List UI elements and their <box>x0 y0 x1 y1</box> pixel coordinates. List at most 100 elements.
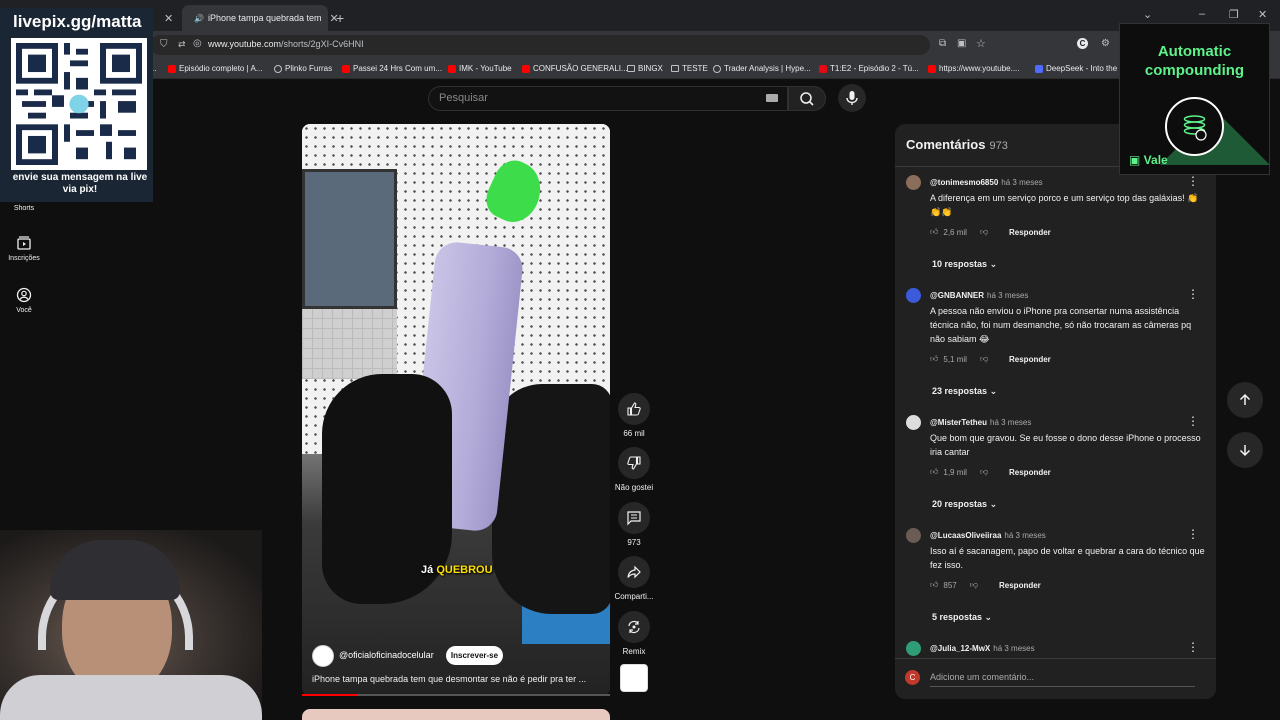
add-comment-input[interactable]: Adicione um comentário... <box>930 672 1034 682</box>
comment-avatar[interactable] <box>906 288 921 303</box>
comment-like-row: 👍︎ 857 👎︎ <box>930 580 978 590</box>
voice-search-button[interactable] <box>838 84 866 112</box>
channel-name[interactable]: @oficialoficinadocelular <box>339 650 434 660</box>
shield-icon[interactable]: ◎ <box>193 38 202 49</box>
share-button[interactable]: Comparti... <box>614 556 654 601</box>
close-window-button[interactable]: ✕ <box>1258 8 1267 21</box>
bookmark-item[interactable]: Episódio completo | A... <box>168 64 262 73</box>
more-options-icon[interactable]: ⋮ <box>1187 527 1199 541</box>
like-button[interactable]: 66 mil <box>614 393 654 438</box>
comment-like-row: 👍︎ 5,1 mil 👎︎ <box>930 354 989 364</box>
site-info-icon[interactable]: ⛉ <box>160 39 168 50</box>
comment-like-row: 👍︎ 2,6 mil 👎︎ <box>930 227 989 237</box>
nav-you[interactable]: Você <box>0 287 48 314</box>
remix-icon <box>628 620 640 634</box>
chevron-down-icon: ⌄ <box>989 499 998 509</box>
dislike-button[interactable]: Não gostei <box>614 447 654 492</box>
nav-shorts-label: Shorts <box>13 205 35 212</box>
bookmark-item[interactable]: Passei 24 Hrs Com um... <box>342 64 442 73</box>
thumbs-down-icon[interactable]: 👎︎ <box>970 580 978 590</box>
show-replies-button[interactable]: 10 respostas ⌄ <box>932 259 997 270</box>
comment-avatar[interactable] <box>906 415 921 430</box>
minimize-button[interactable]: – <box>1199 8 1205 20</box>
comment-author[interactable]: @LucaasOliveiiraa há 3 meses <box>930 531 1046 540</box>
comment-author[interactable]: @GNBANNER há 3 meses <box>930 291 1028 300</box>
comment-avatar[interactable] <box>906 528 921 543</box>
bookmark-item[interactable]: DeepSeek - Into the <box>1035 64 1117 73</box>
keyboard-icon[interactable] <box>766 94 778 102</box>
divider <box>895 658 1216 659</box>
install-app-icon[interactable]: ⧉ <box>939 38 946 49</box>
sound-thumbnail[interactable] <box>620 664 648 692</box>
maximize-button[interactable]: ❐ <box>1229 8 1239 21</box>
bookmark-item[interactable]: Plinko Furras <box>274 64 332 73</box>
reply-button[interactable]: Responder <box>999 581 1041 590</box>
search-button[interactable] <box>788 86 826 111</box>
short-video-player[interactable] <box>302 124 610 696</box>
tab-title: iPhone tampa quebrada tem <box>207 13 322 23</box>
extensions-puzzle-icon[interactable]: ⚙ <box>1101 38 1110 49</box>
new-tab-button[interactable]: + <box>336 5 344 31</box>
bookmark-item[interactable]: Trader Analysis | Hype... <box>713 64 811 73</box>
video-title[interactable]: iPhone tampa quebrada tem que desmontar … <box>312 674 602 684</box>
bookmark-item[interactable]: CONFUSÃO GENERALI... <box>522 64 628 73</box>
tune-icon[interactable]: ⇄ <box>178 39 186 50</box>
reply-button[interactable]: Responder <box>1009 228 1051 237</box>
bookmark-folder[interactable]: BINGX <box>627 64 663 73</box>
account-icon <box>16 287 32 303</box>
arrow-down-icon <box>1239 445 1251 457</box>
thumbs-down-icon[interactable]: 👎︎ <box>980 227 988 237</box>
url-text[interactable]: www.youtube.com/shorts/2gXI-Cv6HNI <box>208 39 364 49</box>
comment-author[interactable]: @MisterTetheu há 3 meses <box>930 418 1031 427</box>
video-laptop <box>302 169 397 309</box>
deepseek-favicon-icon <box>1035 64 1043 73</box>
comment-avatar[interactable] <box>906 175 921 190</box>
thumbs-up-icon[interactable]: 👍︎ <box>930 227 938 237</box>
reply-button[interactable]: Responder <box>1009 468 1051 477</box>
close-tab-icon[interactable]: ✕ <box>164 12 173 25</box>
youtube-favicon-icon <box>342 64 350 73</box>
more-options-icon[interactable]: ⋮ <box>1187 174 1199 188</box>
nav-shorts[interactable]: Shorts <box>0 205 48 212</box>
comment-author[interactable]: @Julia_12-MwX há 3 meses <box>930 644 1035 653</box>
channel-avatar[interactable] <box>312 645 334 667</box>
thumbs-up-icon[interactable]: 👍︎ <box>930 467 938 477</box>
subscribe-button[interactable]: Inscrever-se <box>446 646 503 665</box>
more-options-icon[interactable]: ⋮ <box>1187 414 1199 428</box>
next-short-preview[interactable] <box>302 709 610 720</box>
nav-subscriptions-label: Inscrições <box>8 255 40 262</box>
nav-subscriptions[interactable]: Inscrições <box>0 235 48 262</box>
thumbs-up-icon[interactable]: 👍︎ <box>930 354 938 364</box>
screenshot-icon[interactable]: ▣ <box>957 38 966 49</box>
bookmark-star-icon[interactable]: ☆ <box>976 37 986 50</box>
reply-button[interactable]: Responder <box>1009 355 1051 364</box>
comments-button[interactable]: 973 <box>614 502 654 547</box>
video-progress-bar[interactable] <box>302 694 610 696</box>
extension-c-icon[interactable]: C <box>1077 38 1088 49</box>
remix-button[interactable]: Remix <box>614 611 654 656</box>
more-options-icon[interactable]: ⋮ <box>1187 640 1199 654</box>
browser-tab-active[interactable]: 🔊 iPhone tampa quebrada tem ✕ <box>182 5 339 31</box>
show-replies-button[interactable]: 23 respostas ⌄ <box>932 386 997 397</box>
bookmark-folder[interactable]: TESTE <box>671 64 708 73</box>
next-short-button[interactable] <box>1227 432 1263 468</box>
more-options-icon[interactable]: ⋮ <box>1187 287 1199 301</box>
search-icon <box>800 92 814 106</box>
show-replies-button[interactable]: 20 respostas ⌄ <box>932 499 997 510</box>
bookmark-item[interactable]: https://www.youtube.... <box>928 64 1019 73</box>
pix-overlay-title: livepix.gg/matta <box>13 12 142 31</box>
tab-search-icon[interactable]: ⌄ <box>1143 8 1152 21</box>
comment-like-row: 👍︎ 1,9 mil 👎︎ <box>930 467 989 477</box>
bookmark-item[interactable]: T1:E2 - Episódio 2 - Tú... <box>819 64 919 73</box>
folder-icon <box>627 65 635 72</box>
comment-avatar[interactable] <box>906 641 921 656</box>
bookmark-item[interactable]: IMK - YouTube <box>448 64 512 73</box>
thumbs-down-icon[interactable]: 👎︎ <box>980 467 988 477</box>
show-replies-button[interactable]: 5 respostas ⌄ <box>932 612 992 623</box>
thumbs-up-icon[interactable]: 👍︎ <box>930 580 938 590</box>
speaker-icon[interactable]: 🔊 <box>194 14 204 23</box>
subscriptions-icon <box>17 236 31 250</box>
thumbs-down-icon[interactable]: 👎︎ <box>980 354 988 364</box>
comment-author[interactable]: @tonimesmo6850 há 3 meses <box>930 178 1043 187</box>
previous-short-button[interactable] <box>1227 382 1263 418</box>
